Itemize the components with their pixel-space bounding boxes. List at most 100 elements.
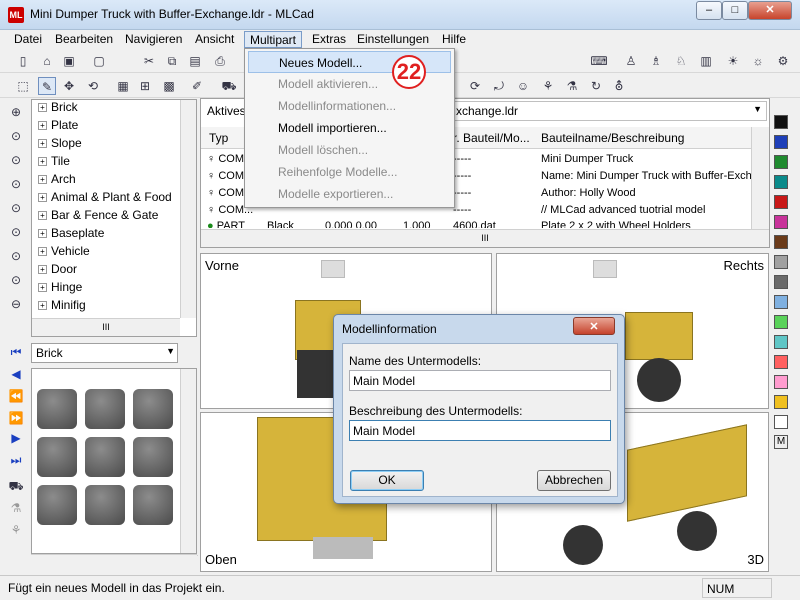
- part-thumb[interactable]: [37, 389, 77, 429]
- menu-datei[interactable]: Datei: [9, 31, 47, 48]
- color-swatch[interactable]: [774, 315, 788, 329]
- zoom-12-icon[interactable]: ⊙: [7, 271, 25, 289]
- color-swatch[interactable]: [774, 215, 788, 229]
- color-swatch[interactable]: [774, 275, 788, 289]
- color-swatch[interactable]: [774, 195, 788, 209]
- rotate-y-icon[interactable]: ⤾: [490, 77, 508, 95]
- model-list-horizontal-scrollbar[interactable]: III: [201, 229, 769, 247]
- part-thumb[interactable]: [133, 485, 173, 525]
- flex-disabled-icon[interactable]: ⚗: [7, 499, 25, 517]
- pencil-icon[interactable]: ✐: [188, 77, 206, 95]
- settings-icon[interactable]: ⚙: [774, 52, 792, 70]
- bulb-alt-icon[interactable]: ☼: [749, 52, 767, 70]
- header-description[interactable]: Bauteilname/Beschreibung: [541, 127, 684, 149]
- menu-navigieren[interactable]: Navigieren: [120, 31, 187, 48]
- menu-bearbeiten[interactable]: Bearbeiten: [50, 31, 118, 48]
- zoom-in-icon[interactable]: ⊕: [7, 103, 25, 121]
- color-more-button[interactable]: M: [774, 435, 788, 449]
- new-file-icon[interactable]: ▯: [14, 52, 32, 70]
- grid-fine-icon[interactable]: ▩: [160, 77, 178, 95]
- keyboard-icon[interactable]: ⌨: [590, 52, 608, 70]
- color-swatch[interactable]: [774, 235, 788, 249]
- zoom-out-icon[interactable]: ⊖: [7, 295, 25, 313]
- menu-item-delete-model[interactable]: Modell löschen...: [248, 139, 451, 161]
- new-icon[interactable]: ▢: [90, 52, 108, 70]
- zoom-100-icon[interactable]: ⊙: [7, 175, 25, 193]
- tree-item-vehicle[interactable]: + Vehicle: [38, 244, 90, 262]
- zoom-75-icon[interactable]: ⊙: [7, 199, 25, 217]
- tree-item-brick[interactable]: + Brick: [38, 100, 78, 118]
- minifig-icon[interactable]: ☺: [514, 77, 532, 95]
- first-step-icon[interactable]: ⏮: [7, 343, 25, 361]
- part-thumb[interactable]: [133, 389, 173, 429]
- submodel-description-input[interactable]: [349, 420, 611, 441]
- color-swatch[interactable]: [774, 175, 788, 189]
- cube-icon[interactable]: ▥: [697, 52, 715, 70]
- color-swatch[interactable]: [774, 135, 788, 149]
- tree-item-door[interactable]: + Door: [38, 262, 77, 280]
- zoom-150-icon[interactable]: ⊙: [7, 151, 25, 169]
- copy-icon[interactable]: ⧉: [163, 52, 181, 70]
- color-swatch[interactable]: [774, 155, 788, 169]
- menu-ansicht[interactable]: Ansicht: [190, 31, 239, 48]
- edit-mode-icon[interactable]: ✎: [38, 77, 56, 95]
- part-thumb[interactable]: [37, 437, 77, 477]
- part-icon[interactable]: ⛟: [220, 77, 238, 95]
- cancel-button[interactable]: Abbrechen: [537, 470, 611, 491]
- color-swatch[interactable]: [774, 295, 788, 309]
- menu-item-import-model[interactable]: Modell importieren...: [248, 117, 451, 139]
- ok-button[interactable]: OK: [350, 470, 424, 491]
- tree-horizontal-scrollbar[interactable]: III: [32, 318, 180, 336]
- zoom-200-icon[interactable]: ⊙: [7, 127, 25, 145]
- tree-item-arch[interactable]: + Arch: [38, 172, 76, 190]
- tree-item-tile[interactable]: + Tile: [38, 154, 70, 172]
- tree-item-minifig[interactable]: + Minifig: [38, 298, 86, 316]
- last-step-icon[interactable]: ⏭: [7, 451, 25, 469]
- color-swatch[interactable]: [774, 415, 788, 429]
- submodel-name-input[interactable]: [349, 370, 611, 391]
- zoom-25-icon[interactable]: ⊙: [7, 247, 25, 265]
- color-swatch[interactable]: [774, 395, 788, 409]
- part-category-select[interactable]: Brick ▼: [31, 343, 178, 363]
- menu-multipart[interactable]: Multipart: [244, 31, 303, 48]
- part-thumb[interactable]: [133, 437, 173, 477]
- paste-icon[interactable]: ▤: [186, 52, 204, 70]
- tree-vertical-scrollbar[interactable]: [180, 100, 196, 318]
- tree-item-animal[interactable]: + Animal & Plant & Food: [38, 190, 178, 208]
- rotate-x-icon[interactable]: ⟳: [466, 77, 484, 95]
- minimize-button[interactable]: –: [696, 1, 722, 20]
- grid-coarse-icon[interactable]: ▦: [114, 77, 132, 95]
- menu-hilfe[interactable]: Hilfe: [437, 31, 471, 48]
- dialog-close-button[interactable]: ✕: [573, 317, 615, 335]
- next-step-icon[interactable]: ▶: [7, 429, 25, 447]
- tree-item-hinge[interactable]: + Hinge: [38, 280, 82, 298]
- menu-einstellungen[interactable]: Einstellungen: [352, 31, 434, 48]
- menu-extras[interactable]: Extras: [307, 31, 351, 48]
- color-swatch[interactable]: [774, 355, 788, 369]
- maximize-button[interactable]: □: [722, 1, 748, 20]
- parts-vertical-scrollbar[interactable]: [180, 369, 196, 553]
- flex-icon[interactable]: ⚗: [563, 77, 581, 95]
- zoom-50-icon[interactable]: ⊙: [7, 223, 25, 241]
- figure-alt-icon[interactable]: ♘: [672, 52, 690, 70]
- color-swatch[interactable]: [774, 335, 788, 349]
- table-row[interactable]: ● PART Black 0.000 0.00 1.000 4600.dat P…: [207, 220, 747, 228]
- part-add-icon[interactable]: ⛟: [7, 477, 25, 495]
- color-swatch[interactable]: [774, 115, 788, 129]
- bulb-icon[interactable]: ☀: [724, 52, 742, 70]
- close-window-button[interactable]: ✕: [748, 1, 792, 20]
- tree-item-plate[interactable]: + Plate: [38, 118, 78, 136]
- color-swatch[interactable]: [774, 255, 788, 269]
- color-swatch[interactable]: [774, 375, 788, 389]
- rewind-icon[interactable]: ⏪: [7, 387, 25, 405]
- open-folder-icon[interactable]: ⌂: [38, 52, 56, 70]
- parts-horizontal-scrollbar[interactable]: [31, 554, 197, 572]
- tree-item-baseplate[interactable]: + Baseplate: [38, 226, 104, 244]
- save-icon[interactable]: ▣: [60, 52, 78, 70]
- forward-icon[interactable]: ⏩: [7, 409, 25, 427]
- loop-icon[interactable]: ↻: [587, 77, 605, 95]
- active-model-select[interactable]: xchange.ldr ▼: [451, 101, 767, 121]
- tree-item-slope[interactable]: + Slope: [38, 136, 82, 154]
- model-list-vertical-scrollbar[interactable]: [751, 127, 769, 229]
- cut-icon[interactable]: ✂: [140, 52, 158, 70]
